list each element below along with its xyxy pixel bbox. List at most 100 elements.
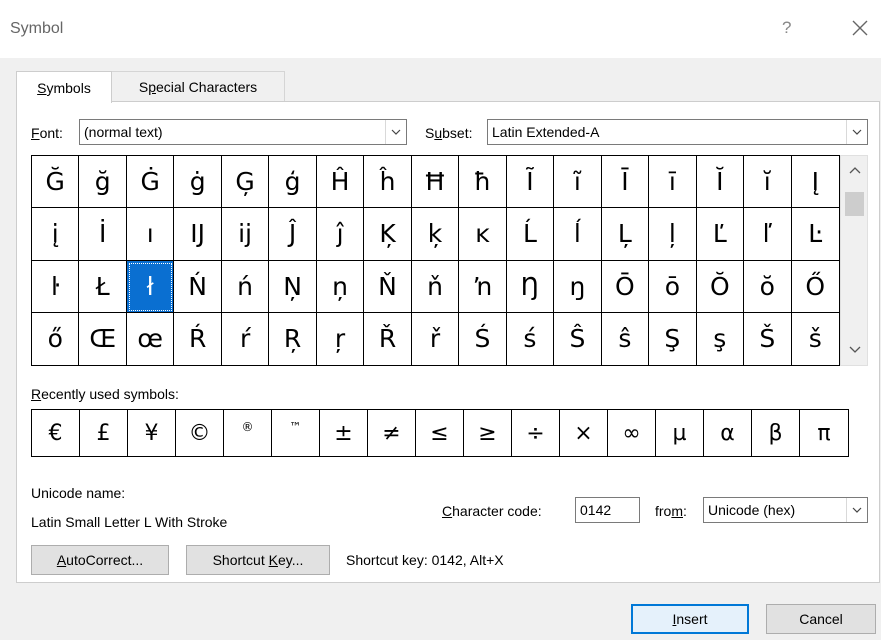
symbol-cell[interactable]: ň [411, 260, 460, 313]
chevron-down-icon[interactable] [385, 120, 406, 144]
symbol-cell[interactable]: Ō [601, 260, 650, 313]
symbol-cell[interactable]: Ļ [601, 208, 650, 261]
recent-symbol-cell[interactable]: € [32, 410, 80, 456]
tab-special-characters[interactable]: Special Characters [111, 71, 285, 102]
symbol-cell[interactable]: Ŋ [506, 260, 555, 313]
character-code-input[interactable]: 0142 [575, 497, 640, 523]
symbol-cell[interactable]: Ĵ [269, 208, 317, 261]
symbol-cell[interactable]: ġ [174, 156, 222, 209]
symbol-cell[interactable]: Ŏ [696, 260, 745, 313]
symbol-cell[interactable]: š [792, 313, 839, 365]
symbol-cell[interactable]: Ľ [696, 208, 745, 261]
symbol-cell[interactable]: ğ [79, 156, 127, 209]
symbol-cell[interactable]: ĸ [459, 208, 507, 261]
symbol-cell[interactable]: Ĩ [506, 156, 555, 209]
symbol-cell[interactable]: ģ [269, 156, 317, 209]
symbol-cell[interactable]: Ŗ [269, 312, 317, 365]
recent-symbol-cell[interactable]: © [176, 410, 224, 456]
symbol-cell[interactable]: Œ [79, 312, 127, 365]
symbol-cell[interactable]: ŋ [554, 260, 602, 313]
symbol-cell[interactable]: Ř [364, 312, 412, 365]
symbol-cell[interactable]: Ń [174, 260, 222, 313]
symbol-cell[interactable]: Ģ [221, 156, 270, 209]
cancel-button[interactable]: Cancel [766, 604, 876, 634]
scrollbar-thumb[interactable] [845, 192, 864, 216]
symbol-cell[interactable]: Ķ [364, 208, 412, 261]
chevron-down-icon[interactable] [846, 498, 867, 522]
symbol-cell[interactable]: ŕ [222, 312, 270, 365]
symbol-cell[interactable]: Ĥ [316, 156, 365, 209]
recent-symbol-cell[interactable]: ™ [272, 410, 320, 456]
symbol-cell[interactable]: Ŕ [174, 312, 222, 365]
symbol-cell[interactable]: ķ [411, 208, 460, 261]
recent-symbol-cell[interactable]: £ [80, 410, 128, 456]
recent-symbol-cell[interactable]: ∞ [608, 410, 656, 456]
tab-symbols[interactable]: Symbols [16, 71, 112, 103]
recent-symbol-cell[interactable]: × [560, 410, 608, 456]
symbol-cell[interactable]: Ŝ [554, 312, 602, 365]
recent-symbol-cell[interactable]: ® [224, 410, 272, 456]
symbol-cell[interactable]: ĭ [744, 156, 792, 209]
symbol-cell[interactable]: ş [697, 312, 745, 365]
help-icon[interactable]: ? [782, 18, 791, 38]
symbol-cell[interactable]: ŏ [744, 260, 792, 313]
symbol-cell[interactable]: ľ [744, 208, 792, 261]
symbol-cell[interactable]: Ħ [411, 156, 460, 209]
symbol-cell[interactable]: Ś [459, 312, 507, 365]
symbol-cell[interactable]: ĵ [316, 208, 365, 261]
symbol-cell[interactable]: Ł [79, 260, 127, 313]
symbol-cell[interactable]: ĩ [554, 156, 602, 209]
recent-symbol-cell[interactable]: ≠ [368, 410, 416, 456]
symbol-cell[interactable]: į [32, 208, 80, 261]
recent-symbol-cell[interactable]: ¥ [128, 410, 176, 456]
symbol-cell[interactable]: Ī [601, 156, 650, 209]
symbol-cell[interactable]: Ġ [126, 156, 175, 209]
symbol-cell[interactable]: ł [126, 260, 175, 313]
symbol-cell[interactable]: ř [412, 312, 460, 365]
symbol-cell[interactable]: ń [221, 260, 270, 313]
recent-symbol-cell[interactable]: ÷ [512, 410, 560, 456]
symbol-cell[interactable]: İ [79, 208, 127, 261]
symbol-cell[interactable]: ļ [649, 208, 697, 261]
symbol-cell[interactable]: ŝ [602, 312, 650, 365]
symbol-cell[interactable]: ś [507, 312, 555, 365]
chevron-down-icon[interactable] [847, 344, 863, 356]
chevron-up-icon[interactable] [847, 164, 863, 176]
insert-button[interactable]: Insert [631, 604, 749, 634]
subset-select[interactable]: Latin Extended-A [487, 119, 868, 145]
symbol-cell[interactable]: ņ [316, 260, 365, 313]
chevron-down-icon[interactable] [846, 120, 867, 144]
symbol-cell[interactable]: Ň [364, 260, 412, 313]
symbol-cell[interactable]: Ő [791, 261, 839, 313]
symbol-cell[interactable]: Ĳ [174, 208, 222, 261]
symbol-cell[interactable]: ŗ [317, 312, 365, 365]
shortcut-key-button[interactable]: Shortcut Key... [186, 545, 330, 575]
symbol-cell[interactable]: Ņ [269, 260, 317, 313]
recent-symbol-cell[interactable]: ≤ [416, 410, 464, 456]
symbol-cell[interactable]: ĳ [221, 208, 270, 261]
recent-symbol-cell[interactable]: ≥ [464, 410, 512, 456]
recent-symbol-cell[interactable]: π [800, 410, 848, 456]
symbol-cell[interactable]: Ĺ [506, 208, 555, 261]
symbol-cell[interactable]: Į [791, 156, 839, 209]
symbol-cell[interactable]: ħ [459, 156, 507, 209]
symbol-cell[interactable]: Š [744, 312, 792, 365]
symbol-cell[interactable]: ō [649, 260, 697, 313]
recent-symbol-cell[interactable]: α [704, 410, 752, 456]
recent-symbol-cell[interactable]: β [752, 410, 800, 456]
recent-symbol-cell[interactable]: µ [656, 410, 704, 456]
symbol-cell[interactable]: ī [649, 156, 697, 209]
symbol-cell[interactable]: ŉ [459, 260, 507, 313]
recent-symbol-cell[interactable]: ± [320, 410, 368, 456]
symbol-cell[interactable]: ĥ [364, 156, 412, 209]
symbol-cell[interactable]: œ [127, 312, 175, 365]
symbol-cell[interactable]: Ŀ [791, 208, 839, 261]
font-select[interactable]: (normal text) [79, 119, 407, 145]
symbol-cell[interactable]: Ĭ [696, 156, 745, 209]
symbol-cell[interactable]: ĺ [554, 208, 602, 261]
symbol-cell[interactable]: ı [126, 208, 175, 261]
autocorrect-button[interactable]: AutoCorrect... [31, 545, 169, 575]
symbol-cell[interactable]: ŀ [32, 260, 80, 313]
symbol-cell[interactable]: ő [32, 312, 80, 365]
symbol-cell[interactable]: Ş [649, 312, 697, 365]
